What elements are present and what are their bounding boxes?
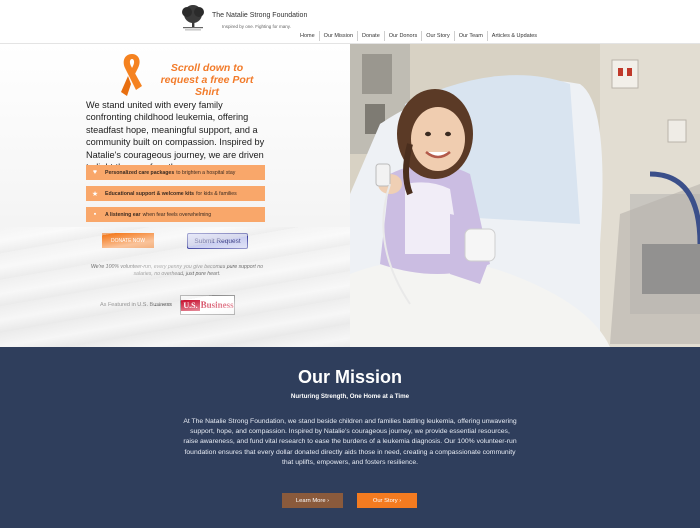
nav-articles-updates[interactable]: Articles & Updates: [486, 31, 541, 41]
main-nav: Home Our Mission Donate Our Donors Our S…: [296, 31, 541, 41]
scroll-cta-text: Scroll down to request a free Port Shirt: [160, 62, 254, 98]
hero-content: Scroll down to request a free Port Shirt…: [0, 44, 350, 347]
benefit-listening-ear: ▪ A listening ear when fear feels overwh…: [86, 207, 265, 222]
our-story-button[interactable]: Our Story ›: [357, 493, 417, 508]
us-business-logo[interactable]: U.S. Business: [180, 295, 235, 315]
benefit-care-packages: ♥ Personalized care packages to brighten…: [86, 165, 265, 180]
hero-lead-text: We stand united with every family confro…: [86, 100, 265, 172]
nav-our-story[interactable]: Our Story: [421, 31, 454, 41]
mission-subtitle: Nurturing Strength, One Home at a Time: [290, 393, 410, 400]
brand-tagline: Inspired by one. Fighting for many.: [222, 24, 291, 29]
donate-now-button[interactable]: DONATE NOW: [102, 233, 154, 248]
hero-photo: [350, 44, 700, 347]
awareness-ribbon-icon: [121, 54, 142, 96]
nav-donate[interactable]: Donate: [357, 31, 384, 41]
star-icon: ★: [91, 190, 99, 198]
tree-logo-icon[interactable]: [180, 4, 206, 32]
learn-more-button[interactable]: Learn More ›: [282, 493, 343, 508]
benefit-educational-support: ★ Educational support & welcome kits for…: [86, 186, 265, 201]
nav-our-donors[interactable]: Our Donors: [383, 31, 421, 41]
nav-home[interactable]: Home: [296, 31, 319, 41]
hospital-photo-illustration: [350, 44, 700, 347]
site-header: The Natalie Strong Foundation Inspired b…: [0, 0, 700, 44]
heart-icon: ♥: [92, 169, 98, 176]
mission-body: At The Natalie Strong Foundation, we sta…: [183, 418, 517, 466]
mission-section: Our Mission Nurturing Strength, One Home…: [0, 347, 700, 528]
mission-title: Our Mission: [297, 367, 402, 387]
volunteer-note: We're 100% volunteer-run, every penny yo…: [90, 264, 264, 277]
featured-in-label: As Featured in U.S. Business: [100, 302, 172, 308]
brand-name[interactable]: The Natalie Strong Foundation: [212, 12, 307, 19]
nav-our-mission[interactable]: Our Mission: [318, 31, 357, 41]
nav-our-team[interactable]: Our Team: [453, 31, 487, 41]
chat-icon: ▪: [93, 211, 97, 218]
submit-request-button[interactable]: Submit Request: [187, 233, 248, 249]
